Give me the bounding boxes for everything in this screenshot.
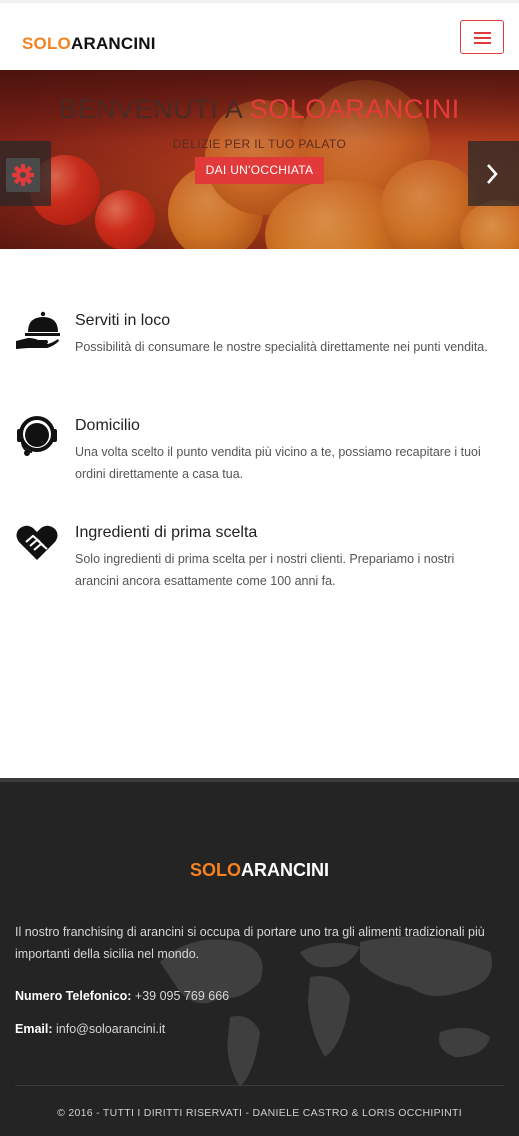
serving-cloche-icon — [14, 308, 60, 354]
footer-logo-part-solo: SOLO — [189, 860, 241, 880]
hero-subtitle: DELIZIE PER IL TUO PALATO — [172, 137, 347, 151]
feature-text: Solo ingredienti di prima scelta per i n… — [75, 552, 455, 588]
footer-description: Il nostro franchising di arancini si occ… — [15, 925, 485, 961]
handshake-heart-icon — [14, 520, 60, 566]
feature-title: Serviti in loco — [75, 312, 171, 329]
hero-title: BENVENUTI A SOLOARANCINI — [0, 94, 519, 125]
footer-logo[interactable]: SOLOARANCINI — [0, 860, 519, 881]
footer-phone-label: Numero Telefonico: — [15, 989, 132, 1003]
footer-phone: Numero Telefonico: +39 095 769 666 — [15, 989, 229, 1003]
logo-part-solo: SOLO — [22, 34, 71, 53]
menu-toggle-button[interactable] — [460, 20, 504, 54]
footer-copyright: © 2016 - TUTTI I DIRITTI RISERVATI - DAN… — [57, 1107, 462, 1119]
footer-logo-part-arancini: ARANCINI — [241, 860, 329, 880]
headset-icon — [14, 413, 60, 459]
logo-part-arancini: ARANCINI — [70, 34, 156, 53]
site-header: SOLOARANCINI — [0, 3, 519, 70]
footer-email-label: Email: — [15, 1022, 53, 1036]
gear-icon — [6, 158, 40, 192]
footer-email: Email: info@soloarancini.it — [15, 1022, 165, 1036]
hamburger-icon — [474, 32, 491, 34]
slider-prev-button[interactable] — [0, 141, 51, 206]
hamburger-icon-line — [474, 37, 491, 39]
hero-slider: BENVENUTI A SOLOARANCINI DELIZIE PER IL … — [0, 70, 519, 249]
footer-phone-value[interactable]: +39 095 769 666 — [131, 989, 229, 1003]
feature-title: Domicilio — [75, 417, 140, 434]
site-footer: SOLOARANCINI Il nostro franchising di ar… — [0, 778, 519, 1136]
footer-email-value[interactable]: info@soloarancini.it — [53, 1022, 165, 1036]
slider-next-button[interactable] — [468, 141, 519, 206]
hero-cta-button[interactable]: DAI UN'OCCHIATA — [195, 157, 324, 184]
site-logo[interactable]: SOLOARANCINI — [22, 34, 156, 54]
chevron-right-icon — [487, 164, 498, 184]
hero-title-prefix: BENVENUTI A — [59, 94, 250, 124]
feature-title: Ingredienti di prima scelta — [75, 524, 258, 541]
footer-divider — [15, 1085, 504, 1086]
feature-text: Una volta scelto il punto vendita più vi… — [75, 445, 481, 481]
hero-title-accent: SOLOARANCINI — [249, 94, 460, 124]
hamburger-icon-line — [474, 42, 491, 44]
feature-text: Possibilità di consumare le nostre speci… — [75, 340, 488, 354]
